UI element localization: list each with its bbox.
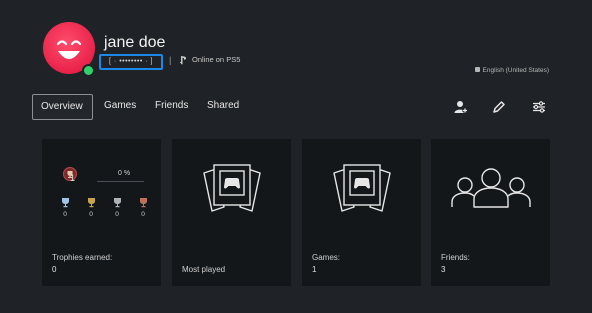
gold-trophy-icon xyxy=(87,198,95,208)
most-played-card[interactable]: Most played xyxy=(172,139,291,286)
games-card[interactable]: Games: 1 xyxy=(302,139,421,286)
games-count: 1 xyxy=(312,265,317,274)
tab-friends[interactable]: Friends xyxy=(147,94,196,118)
friends-label: Friends: xyxy=(441,253,470,262)
platinum-count: 0 xyxy=(63,211,67,218)
playstation-icon xyxy=(179,56,187,65)
trophy-level: 1 xyxy=(70,173,76,183)
online-status-text: Online on PS5 xyxy=(192,55,241,64)
gold-trophy: 0 xyxy=(81,197,101,218)
tab-overview[interactable]: Overview xyxy=(32,94,93,120)
silver-trophy-icon xyxy=(113,198,121,208)
online-id-field[interactable]: [ · •••••••• · ] xyxy=(99,54,163,70)
trophies-card[interactable]: 1 0 % 0 0 0 0 Trophies earned: 0 xyxy=(42,139,161,286)
bronze-trophy: 0 xyxy=(133,197,153,218)
game-cards-icon xyxy=(333,164,391,212)
friends-card[interactable]: Friends: 3 xyxy=(431,139,550,286)
trophies-earned-value: 0 xyxy=(52,265,57,274)
trophies-earned-label: Trophies earned: xyxy=(52,253,113,262)
game-cards-icon xyxy=(203,164,261,212)
language-label: English (United States) xyxy=(474,67,549,74)
platinum-trophy-icon xyxy=(61,198,69,208)
bronze-trophy-icon xyxy=(139,198,147,208)
trophy-progress-text: 0 % xyxy=(118,170,131,177)
most-played-label: Most played xyxy=(182,265,226,274)
platinum-trophy: 0 xyxy=(55,197,75,218)
tab-games[interactable]: Games xyxy=(96,94,144,118)
games-label: Games: xyxy=(312,253,341,262)
lock-icon xyxy=(474,67,480,72)
online-status-indicator xyxy=(82,64,95,77)
friends-count: 3 xyxy=(441,265,446,274)
trophy-progress-bar xyxy=(97,181,144,182)
settings-sliders-icon[interactable] xyxy=(531,99,547,115)
silver-trophy: 0 xyxy=(107,197,127,218)
friends-group-icon xyxy=(451,168,531,208)
language-text: English (United States) xyxy=(482,67,549,74)
bronze-count: 0 xyxy=(141,211,145,218)
add-friend-icon[interactable] xyxy=(453,99,469,115)
edit-pencil-icon[interactable] xyxy=(491,99,507,115)
separator: | xyxy=(169,55,172,65)
silver-count: 0 xyxy=(115,211,119,218)
gold-count: 0 xyxy=(89,211,93,218)
tab-shared[interactable]: Shared xyxy=(199,94,247,118)
username: jane doe xyxy=(104,34,166,51)
